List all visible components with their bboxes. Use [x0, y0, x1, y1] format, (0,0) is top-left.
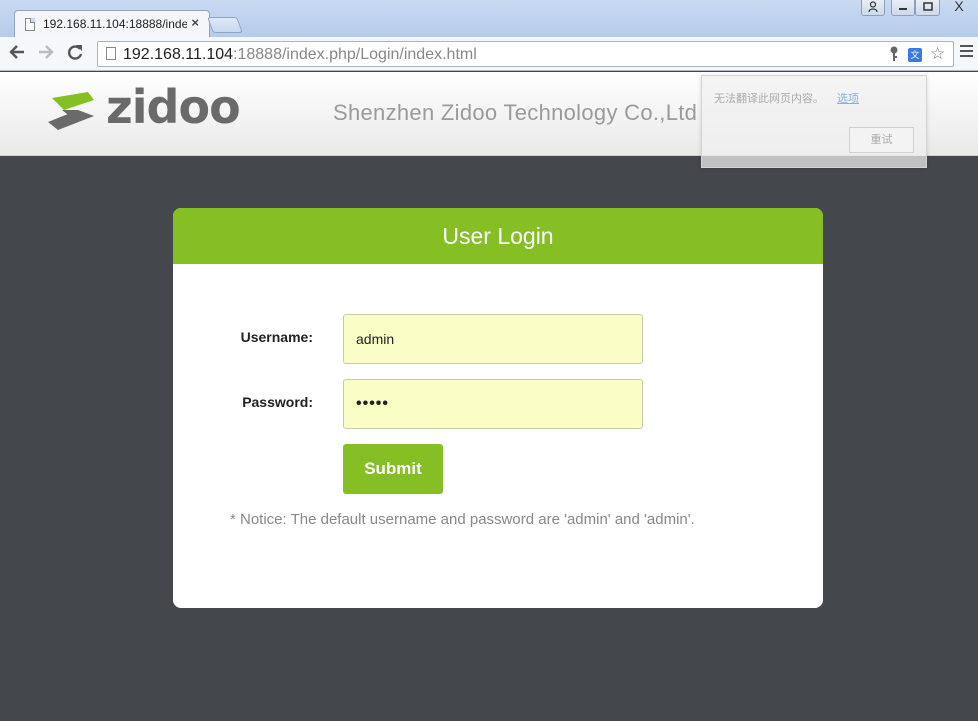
username-label: Username: — [240, 329, 313, 345]
translate-error-message: 无法翻译此网页内容。 — [714, 93, 824, 105]
default-credentials-notice: * Notice: The default username and passw… — [230, 511, 695, 528]
reload-icon[interactable] — [66, 43, 84, 66]
submit-button[interactable]: Submit — [343, 444, 443, 494]
tab-close-icon[interactable]: × — [191, 15, 199, 30]
translate-icon[interactable]: 文 — [908, 48, 922, 62]
login-card: User Login Username: admin Password: •••… — [173, 208, 823, 608]
retry-button[interactable]: 重试 — [849, 127, 914, 153]
window-close-icon[interactable]: X — [940, 0, 978, 16]
url-text[interactable]: 192.168.11.104:18888/index.php/Login/ind… — [123, 46, 477, 64]
password-input[interactable]: ••••• — [343, 379, 643, 429]
translate-options-link[interactable]: 选项 — [837, 90, 859, 106]
password-label: Password: — [242, 394, 313, 410]
browser-toolbar: 192.168.11.104:18888/index.php/Login/ind… — [0, 37, 978, 71]
company-name: Shenzhen Zidoo Technology Co.,Ltd — [333, 100, 698, 125]
page-icon — [106, 47, 116, 60]
tab-title: 192.168.11.104:18888/index.php/Login/ind… — [43, 17, 187, 31]
back-arrow-icon[interactable] — [8, 43, 26, 65]
zidoo-logo-mark-icon — [48, 92, 94, 130]
zidoo-logo: zidoo — [44, 80, 266, 134]
browser-titlebar: 192.168.11.104:18888/index.php/Login/ind… — [0, 0, 978, 37]
new-tab-button[interactable] — [207, 17, 243, 33]
translate-error-popup: 无法翻译此网页内容。 选项 重试 — [701, 75, 927, 168]
url-host: 192.168.11.104 — [123, 46, 234, 63]
menu-icon[interactable] — [960, 45, 973, 60]
logo-text: zidoo — [106, 80, 241, 134]
username-input[interactable]: admin — [343, 314, 643, 364]
restore-icon[interactable] — [915, 0, 940, 16]
user-profile-icon[interactable] — [861, 0, 885, 16]
address-bar[interactable]: 192.168.11.104:18888/index.php/Login/ind… — [97, 41, 954, 67]
forward-arrow-icon[interactable] — [37, 43, 55, 65]
url-path: :18888/index.php/Login/index.html — [233, 46, 477, 63]
minimize-icon[interactable] — [891, 0, 915, 16]
key-icon[interactable] — [889, 46, 899, 65]
browser-tab[interactable]: 192.168.11.104:18888/index.php/Login/ind… — [14, 10, 210, 37]
page-favicon-icon — [25, 18, 35, 31]
bookmark-star-icon[interactable]: ☆ — [930, 44, 945, 64]
login-title: User Login — [173, 208, 823, 264]
